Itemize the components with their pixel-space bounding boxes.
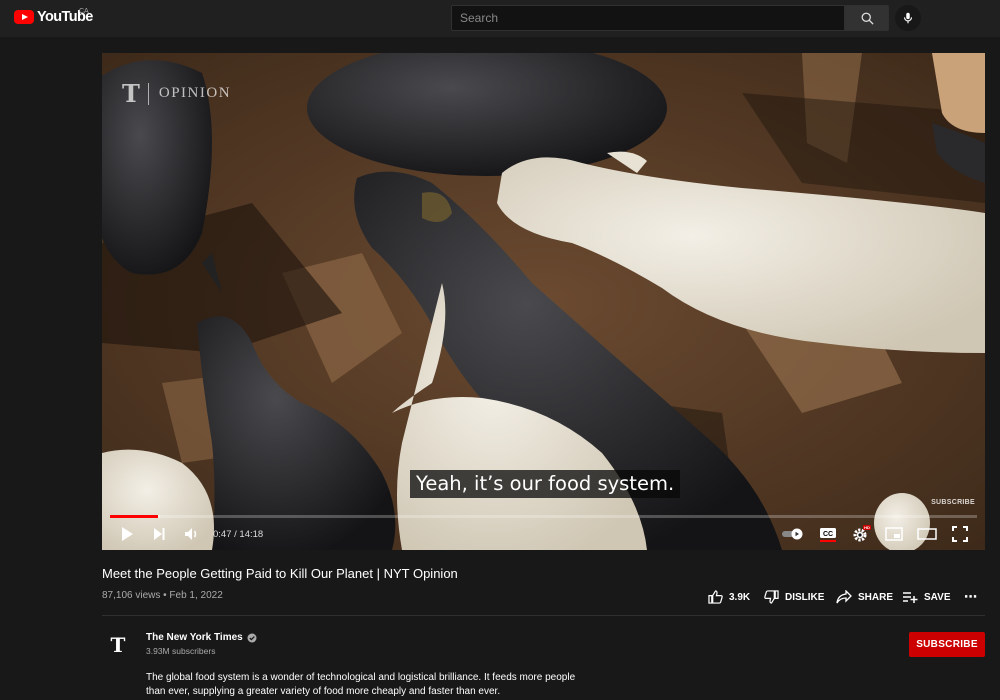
volume-button[interactable] [182,524,202,544]
play-button[interactable] [118,524,136,544]
more-icon: ⋯ [964,589,977,604]
search-icon [861,12,874,25]
search-box [451,5,845,31]
share-label: SHARE [858,591,894,603]
save-button[interactable]: SAVE [902,589,951,605]
subscribe-button[interactable]: SUBSCRIBE [909,632,985,657]
youtube-play-icon [14,10,34,24]
subscriber-count: 3.93M subscribers [146,646,216,656]
autoplay-toggle-icon [782,528,803,540]
like-count: 3.9K [729,591,751,603]
miniplayer-button[interactable] [884,524,904,544]
theater-mode-button[interactable] [916,524,938,544]
skip-next-icon [154,528,165,540]
dislike-button[interactable]: DISLIKE [764,589,824,605]
share-button[interactable]: SHARE [836,589,893,605]
subscribe-watermark[interactable]: SUBSCRIBE [931,499,975,506]
microphone-icon [903,12,913,24]
hd-badge: HD [864,525,870,530]
fullscreen-button[interactable] [950,524,970,544]
time-display: 0:47 / 14:18 [213,529,264,540]
search-button[interactable] [845,5,889,31]
nyt-logo-icon: T [122,79,140,108]
captions-button[interactable]: CC [818,524,838,544]
thumbs-down-icon [764,590,779,604]
play-icon [122,527,133,541]
channel-name-row: The New York Times [146,632,257,643]
gear-icon: HD [853,525,871,542]
volume-icon [185,528,197,540]
autoplay-toggle[interactable] [780,524,806,544]
voice-search-button[interactable] [895,5,921,31]
channel-avatar[interactable]: T [102,629,134,661]
video-player[interactable]: T OPINION Yeah, it’s our food system. SU… [102,53,985,550]
share-icon [836,590,852,604]
video-title: Meet the People Getting Paid to Kill Our… [102,566,458,581]
progress-played [110,515,158,518]
dislike-label: DISLIKE [785,591,825,603]
player-controls: 0:47 / 14:18 CC HD [102,519,985,550]
country-code: CA [79,8,89,15]
fullscreen-icon [952,526,968,542]
playlist-add-icon [903,592,918,603]
progress-bar[interactable] [110,515,977,518]
verified-icon [247,633,257,642]
watermark-label: OPINION [158,85,232,101]
settings-button[interactable]: HD [850,524,872,544]
thumbs-up-icon [708,590,723,604]
next-button[interactable] [150,524,168,544]
video-meta: 87,106 views • Feb 1, 2022 [102,590,223,601]
more-actions-button[interactable]: ⋯ [964,589,977,605]
closed-caption: Yeah, it’s our food system. [410,470,681,498]
channel-name[interactable]: The New York Times [146,632,243,643]
top-bar: YouTube CA [0,0,1000,37]
watermark-divider [147,82,149,105]
closed-captions-icon: CC [820,528,836,542]
video-description: The global food system is a wonder of te… [146,672,576,697]
search-input[interactable] [452,6,844,30]
theater-mode-icon [917,528,937,540]
section-divider [102,615,985,616]
miniplayer-icon [885,527,903,541]
save-label: SAVE [924,591,951,603]
svg-text:CC: CC [823,531,833,538]
like-button[interactable]: 3.9K [708,589,750,605]
channel-watermark: T OPINION [122,79,231,108]
